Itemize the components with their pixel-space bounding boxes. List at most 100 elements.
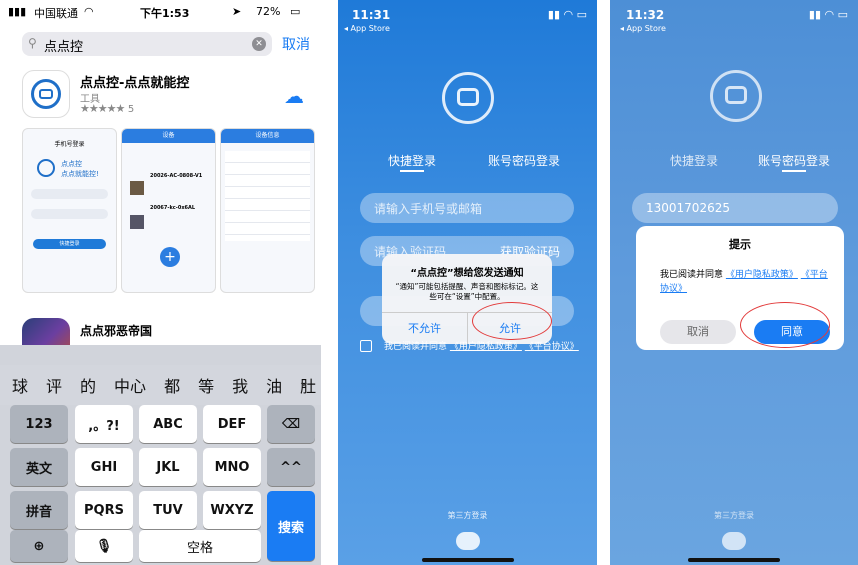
privacy-link[interactable]: 《用户隐私政策》	[450, 342, 522, 352]
cancel-button[interactable]: 取消	[660, 320, 736, 344]
highlight-circle	[472, 302, 552, 340]
microphone-icon[interactable]: 🎙	[75, 530, 133, 562]
status-bar: ▮▮▮ 中国联通 ◠ 下午1:53 ➤ 72% ▭	[0, 0, 321, 22]
cancel-button[interactable]: 取消	[282, 34, 310, 54]
deny-button[interactable]: 不允许	[382, 320, 467, 336]
key-jkl[interactable]: JKL	[139, 448, 197, 486]
back-to-app-store[interactable]: ◂ App Store	[620, 24, 666, 33]
clear-icon[interactable]: ✕	[252, 37, 266, 51]
wechat-icon[interactable]	[456, 532, 480, 550]
key-wxyz[interactable]: WXYZ	[203, 491, 261, 529]
star-icons: ★★★★★	[80, 102, 125, 115]
app-rating: ★★★★★ 5	[80, 102, 134, 115]
cloud-download-icon[interactable]: ☁	[284, 84, 304, 108]
key-english[interactable]: 英文	[10, 448, 68, 486]
agree-checkbox[interactable]	[360, 340, 372, 352]
alert-body: “通知”可能包括提醒、声音和图标标记。这些可在“设置”中配置。	[395, 282, 539, 301]
robot-icon	[37, 159, 55, 177]
tab-indicator	[400, 170, 424, 172]
battery-percent: 72%	[256, 5, 281, 18]
search-key[interactable]: 搜索	[267, 491, 315, 561]
status-time: 下午1:53	[140, 7, 190, 20]
candidate-word[interactable]: 评	[46, 373, 62, 397]
key-pqrs[interactable]: PQRS	[75, 491, 133, 529]
status-bar: 11:32 ◂ App Store ▮▮ ◠ ▭	[610, 0, 858, 40]
shot-logo-1: 点点控	[61, 160, 82, 168]
app-title[interactable]: 点点控-点点就能控	[80, 72, 189, 91]
shot-button: 快捷登录	[33, 239, 106, 249]
tab-account-login[interactable]: 账号密码登录	[758, 152, 830, 169]
signal-wifi-battery-icon: ▮▮ ◠ ▭	[547, 8, 587, 21]
tab-indicator	[782, 170, 806, 172]
robot-logo-icon	[442, 72, 494, 124]
third-party-label: 第三方登录	[447, 511, 488, 520]
search-input[interactable]: 点点控	[44, 36, 83, 55]
key-tuv[interactable]: TUV	[139, 491, 197, 529]
robot-logo-icon	[710, 70, 762, 122]
app-screenshots[interactable]: 手机号登录 点点控 点点就能控! 快捷登录 设备 20026-AC-0808-V…	[22, 128, 315, 293]
candidate-word[interactable]: 球	[12, 373, 28, 397]
back-to-app-store[interactable]: ◂ App Store	[344, 24, 390, 33]
candidate-word[interactable]: 油	[266, 373, 282, 397]
rating-count: 5	[127, 104, 135, 115]
carrier-label: 中国联通	[34, 7, 78, 20]
key-punct[interactable]: ,。?!	[75, 405, 133, 443]
home-indicator	[688, 558, 780, 562]
shot-device-1: 20026-AC-0808-V1	[150, 173, 203, 179]
phone-input[interactable]: 请输入手机号或邮箱	[360, 193, 574, 223]
dialog-title: 提示	[729, 238, 751, 251]
shot-logo-2: 点点就能控!	[61, 170, 99, 178]
status-bar: 11:31 ◂ App Store ▮▮ ◠ ▭	[338, 0, 597, 40]
login-agreement-screen: 11:32 ◂ App Store ▮▮ ◠ ▭ 快捷登录 账号密码登录 130…	[610, 0, 858, 565]
candidate-word[interactable]: 的	[80, 373, 96, 397]
shot-title: 设备信息	[221, 129, 314, 143]
screenshot-login[interactable]: 手机号登录 点点控 点点就能控! 快捷登录	[22, 128, 117, 293]
agree-prefix: 我已阅读并同意	[384, 342, 448, 352]
shot-title: 手机号登录	[54, 141, 85, 148]
tab-quick-login[interactable]: 快捷登录	[388, 152, 436, 169]
location-icon: ➤	[232, 5, 242, 18]
app-icon[interactable]	[22, 70, 70, 118]
search-field[interactable]: ⚲ 点点控 ✕	[22, 32, 272, 56]
dialog-text: 我已阅读并同意	[660, 270, 724, 280]
key-123[interactable]: 123	[10, 405, 68, 443]
privacy-link[interactable]: 《用户隐私政策》	[726, 270, 798, 280]
candidate-word[interactable]: 等	[198, 373, 214, 397]
candidate-word[interactable]: 我	[232, 373, 248, 397]
backspace-icon[interactable]: ⌫	[267, 405, 315, 443]
add-icon: +	[160, 247, 180, 267]
tab-account-login[interactable]: 账号密码登录	[488, 152, 560, 169]
globe-icon[interactable]: ⊕	[10, 530, 68, 562]
terms-link[interactable]: 《平台协议》	[525, 342, 579, 352]
login-notification-screen: 11:31 ◂ App Store ▮▮ ◠ ▭ 快捷登录 账号密码登录 请输入…	[338, 0, 597, 565]
signal-wifi-battery-icon: ▮▮ ◠ ▭	[808, 8, 848, 21]
wechat-icon[interactable]	[722, 532, 746, 550]
screenshot-device-info[interactable]: 设备信息	[220, 128, 315, 293]
phone-input[interactable]: 13001702625	[632, 193, 838, 223]
candidate-word[interactable]: 都	[164, 373, 180, 397]
highlight-circle	[740, 302, 830, 348]
alert-title: “点点控”想给您发送通知	[410, 268, 524, 279]
home-indicator	[422, 558, 514, 562]
battery-icon: ▭	[290, 5, 301, 18]
agree-text: 我已阅读并同意 《用户隐私政策》 《平台协议》	[384, 341, 584, 354]
key-def[interactable]: DEF	[203, 405, 261, 443]
status-time: 11:32	[626, 8, 665, 22]
status-time: 11:31	[352, 8, 391, 22]
candidate-word[interactable]: 中心	[114, 373, 146, 397]
key-abc[interactable]: ABC	[139, 405, 197, 443]
screenshot-devices[interactable]: 设备 20026-AC-0808-V1 20067-kc-0x6AL +	[121, 128, 216, 293]
app-store-search-screen: ▮▮▮ 中国联通 ◠ 下午1:53 ➤ 72% ▭ ⚲ 点点控 ✕ 取消 点点控…	[0, 0, 321, 565]
signal-icon: ▮▮▮	[8, 5, 27, 18]
robot-icon	[31, 79, 61, 109]
shot-device-2: 20067-kc-0x6AL	[150, 205, 196, 211]
key-tone[interactable]: ^^	[267, 448, 315, 486]
key-ghi[interactable]: GHI	[75, 448, 133, 486]
key-pinyin[interactable]: 拼音	[10, 491, 68, 529]
space-key[interactable]: 空格	[139, 530, 261, 562]
tab-quick-login[interactable]: 快捷登录	[670, 152, 718, 169]
chevron-down-icon[interactable]: ⌄	[298, 374, 310, 390]
app2-title[interactable]: 点点邪恶帝国	[80, 322, 152, 339]
third-party-label: 第三方登录	[714, 511, 754, 520]
key-mno[interactable]: MNO	[203, 448, 261, 486]
